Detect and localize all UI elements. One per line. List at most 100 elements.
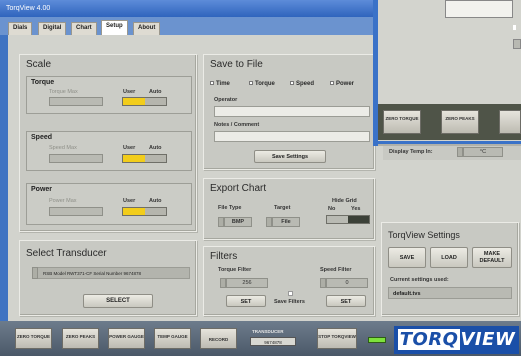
status-led: [368, 337, 386, 343]
hide-grid-toggle[interactable]: [326, 215, 370, 224]
transducer-serial: 9674878: [250, 337, 296, 346]
logo-view-text: VIEW: [460, 329, 516, 350]
power-max-input[interactable]: [49, 207, 103, 216]
zero-peaks-button[interactable]: ZERO PEAKS: [62, 328, 99, 349]
torqview-settings-title: TorqView Settings: [388, 230, 460, 240]
readout-side-button[interactable]: [513, 39, 521, 49]
filters-title: Filters: [210, 251, 238, 262]
current-settings-label: Current settings used:: [390, 277, 449, 283]
transducer-label: TRANSDUCER: [252, 329, 284, 334]
logo-torq-text: TORQ: [397, 329, 461, 350]
file-type-label: File Type: [218, 205, 242, 211]
transducer-spinner[interactable]: [32, 267, 38, 279]
speed-filter-set-button[interactable]: SET: [326, 295, 366, 307]
speed-scale-toggle[interactable]: [122, 154, 167, 163]
torque-auto-label: Auto: [149, 89, 162, 95]
zero-torque-button[interactable]: ZERO TORQUE: [15, 328, 52, 349]
speed-max-input[interactable]: [49, 154, 103, 163]
export-chart-title: Export Chart: [210, 183, 267, 194]
tab-dials[interactable]: Dials: [8, 22, 33, 35]
digital-readout: [445, 0, 513, 18]
display-temp-spinner[interactable]: [457, 147, 463, 157]
overlay-window: ZERO TORQUE ZERO PEAKS: [373, 0, 521, 146]
power-scale-toggle[interactable]: [122, 207, 167, 216]
checkbox-power[interactable]: Power: [330, 81, 354, 87]
checkbox-speed[interactable]: Speed: [290, 81, 314, 87]
tab-setup[interactable]: Setup: [101, 20, 128, 35]
readout-marker: [513, 25, 516, 30]
torque-filter-spinner[interactable]: [220, 278, 226, 288]
save-filters-label: Save Filters: [274, 299, 305, 305]
tab-about[interactable]: About: [133, 22, 161, 35]
save-filters-indicator[interactable]: [288, 291, 293, 296]
speed-scale-box: Speed Speed Max User Auto: [26, 131, 192, 171]
checkbox-time[interactable]: Time: [210, 81, 230, 87]
speed-filter-spinner[interactable]: [320, 278, 326, 288]
power-user-label: User: [123, 198, 136, 204]
filters-group: Filters Torque Filter 256 SET Speed Filt…: [203, 246, 375, 316]
torque-filter-set-button[interactable]: SET: [226, 295, 266, 307]
torqview-settings-group: TorqView Settings SAVE LOAD MAKE DEFAULT…: [381, 222, 519, 316]
torque-filter-input[interactable]: 256: [226, 278, 268, 288]
overlay-panel: ZERO TORQUE ZERO PEAKS: [378, 0, 521, 146]
settings-save-button[interactable]: SAVE: [388, 247, 426, 268]
power-gauge-button[interactable]: POWER GAUGE: [108, 328, 145, 349]
notes-input[interactable]: [214, 131, 370, 142]
power-max-label: Power Max: [49, 198, 77, 204]
save-to-file-title: Save to File: [210, 59, 263, 70]
make-default-button[interactable]: MAKE DEFAULT: [472, 247, 512, 268]
overlay-partial-button[interactable]: [499, 110, 521, 134]
operator-label: Operator: [214, 97, 238, 103]
speed-user-label: User: [123, 145, 136, 151]
speed-max-label: Speed Max: [49, 145, 77, 151]
stop-torqview-button[interactable]: STOP TORQVIEW: [317, 328, 357, 349]
transducer-select-value: RSB Model RWT371-CF Serial Number 967487…: [43, 271, 141, 276]
select-button[interactable]: SELECT: [83, 294, 153, 308]
display-temp-select[interactable]: °C: [463, 147, 503, 157]
torque-max-label: Torque Max: [49, 89, 78, 95]
window-title-bar: TorqView 4.00: [0, 0, 383, 17]
speed-auto-label: Auto: [149, 145, 162, 151]
transducer-select[interactable]: RSB Model RWT371-CF Serial Number 967487…: [32, 267, 190, 279]
tab-strip: Dials Digital Chart Setup About: [0, 17, 383, 35]
file-type-spinner[interactable]: [218, 217, 224, 227]
tab-chart[interactable]: Chart: [71, 22, 97, 35]
hide-grid-no-label: No: [328, 206, 336, 212]
speed-scale-title: Speed: [31, 134, 53, 141]
torque-scale-toggle[interactable]: [122, 97, 167, 106]
temp-gauge-button[interactable]: TEMP GAUGE: [154, 328, 191, 349]
settings-load-button[interactable]: LOAD: [430, 247, 468, 268]
select-transducer-group: Select Transducer RSB Model RWT371-CF Se…: [19, 240, 197, 316]
power-scale-box: Power Power Max User Auto: [26, 183, 192, 225]
torqview-logo: TORQ VIEW: [394, 326, 519, 354]
record-button[interactable]: RECORD: [200, 328, 237, 349]
speed-filter-input[interactable]: 0: [326, 278, 368, 288]
save-to-file-group: Save to File Time Torque Speed Power Ope…: [203, 54, 375, 170]
hide-grid-label: Hide Grid: [332, 198, 357, 204]
display-temp-row: Display Temp In: °C: [383, 146, 521, 160]
operator-input[interactable]: [214, 106, 370, 117]
notes-label: Notes / Comment: [214, 122, 260, 128]
target-label: Target: [274, 205, 291, 211]
torque-scale-box: Torque Torque Max User Auto: [26, 76, 192, 114]
file-type-select[interactable]: BMP: [224, 217, 252, 227]
power-auto-label: Auto: [149, 198, 162, 204]
power-scale-title: Power: [31, 186, 53, 193]
scale-title: Scale: [26, 59, 52, 70]
speed-filter-label: Speed Filter: [320, 267, 352, 273]
current-settings-file: default.tvs: [388, 287, 512, 299]
tab-digital[interactable]: Digital: [38, 22, 67, 35]
checkbox-torque[interactable]: Torque: [249, 81, 275, 87]
overlay-zero-peaks-button[interactable]: ZERO PEAKS: [441, 110, 479, 134]
torque-user-label: User: [123, 89, 136, 95]
save-settings-button[interactable]: Save Settings: [254, 150, 326, 163]
torque-filter-label: Torque Filter: [218, 267, 252, 273]
target-select[interactable]: File: [272, 217, 300, 227]
display-temp-label: Display Temp In:: [389, 149, 433, 155]
torque-scale-title: Torque: [31, 79, 55, 86]
hide-grid-yes-label: Yes: [351, 206, 361, 212]
target-spinner[interactable]: [266, 217, 272, 227]
torque-max-input[interactable]: [49, 97, 103, 106]
overlay-zero-torque-button[interactable]: ZERO TORQUE: [383, 110, 421, 134]
scale-group: Scale Torque Torque Max User Auto Speed …: [19, 54, 197, 232]
